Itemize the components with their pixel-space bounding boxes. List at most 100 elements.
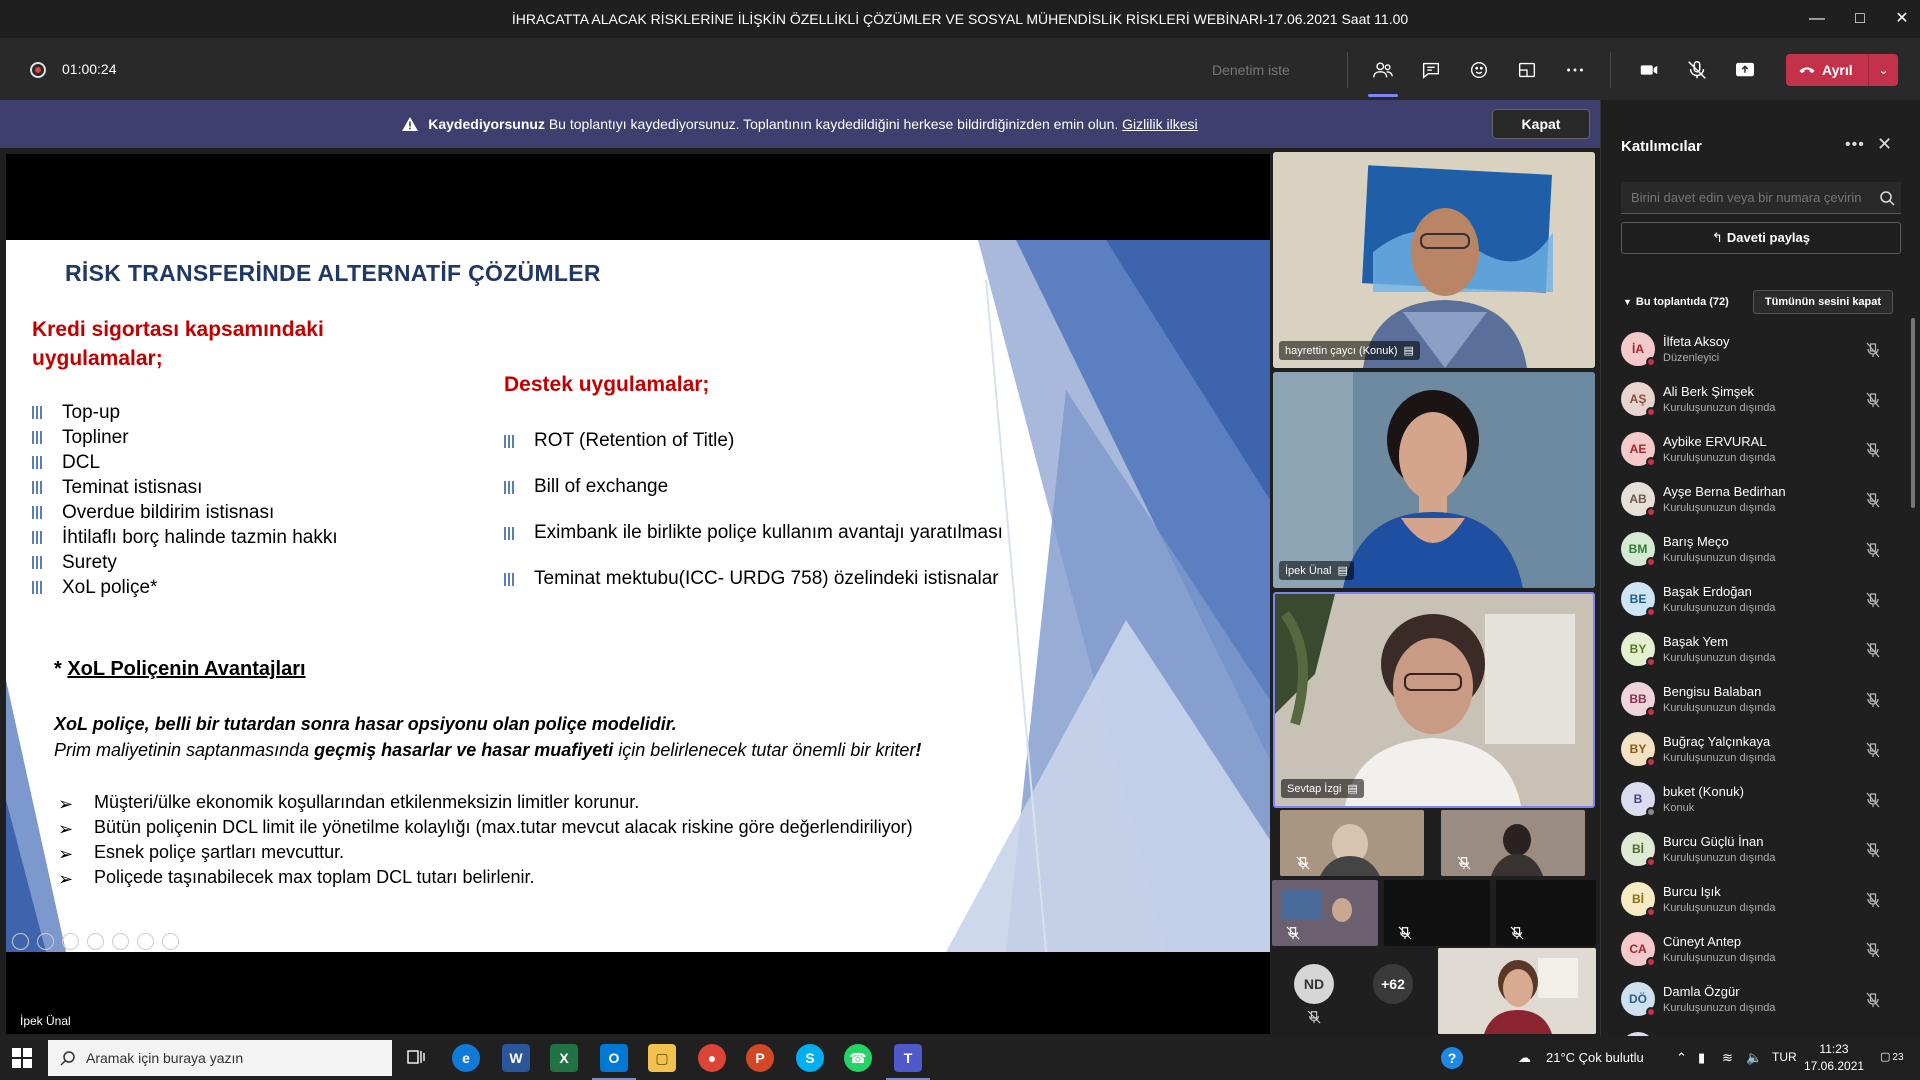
panel-more-icon[interactable]: ••• (1845, 136, 1865, 154)
excel-icon[interactable]: X (550, 1044, 578, 1072)
participant-row[interactable]: BB Bengisu Balaban Kuruluşunuzun dışında (1621, 676, 1901, 726)
taskbar-search-box[interactable]: Aramak için buraya yazın (48, 1040, 392, 1076)
self-video-preview[interactable] (1438, 948, 1596, 1034)
participant-avatar: B (1621, 782, 1656, 817)
participant-row[interactable]: AŞ Ali Berk Şimşek Kuruluşunuzun dışında (1621, 376, 1901, 426)
bullet-icon (32, 481, 44, 494)
participant-row[interactable]: DÖ Damla Özgür Kuruluşunuzun dışında (1621, 976, 1901, 1026)
participants-icon[interactable] (1366, 53, 1400, 87)
participant-name: Başak Erdoğan (1663, 584, 1752, 599)
mic-off-icon (1510, 926, 1524, 940)
participant-role: Kuruluşunuzun dışında (1663, 952, 1776, 964)
participant-avatar: BM (1621, 532, 1656, 567)
mic-off-icon[interactable] (1865, 792, 1881, 808)
video-tile-sevtap[interactable]: Sevtap İzgi ▤ (1273, 592, 1595, 808)
mic-off-icon[interactable] (1865, 442, 1881, 458)
mic-off-icon[interactable] (1865, 642, 1881, 658)
teams-icon[interactable]: T (886, 1044, 930, 1080)
participant-row[interactable]: BY Buğraç Yalçınkaya Kuruluşunuzun dışında (1621, 726, 1901, 776)
avatar-nd[interactable]: ND (1294, 964, 1334, 1004)
mini-video-4[interactable] (1384, 880, 1490, 946)
video-tile-hayrettin[interactable]: hayrettin çaycı (Konuk) ▤ (1273, 152, 1595, 368)
participant-row[interactable]: BM Barış Meço Kuruluşunuzun dışında (1621, 526, 1901, 576)
mic-off-icon[interactable] (1865, 492, 1881, 508)
file-explorer-icon[interactable]: ▢ (648, 1044, 676, 1072)
clock[interactable]: 11:23 17.06.2021 (1804, 1041, 1864, 1075)
participant-row[interactable]: Bİ Burcu Işık Kuruluşunuzun dışında (1621, 876, 1901, 926)
more-actions-icon[interactable] (1558, 53, 1592, 87)
language-indicator[interactable]: TUR (1772, 1050, 1797, 1064)
participant-name: Ayşe Berna Bedirhan (1663, 484, 1786, 499)
maximize-button[interactable]: □ (1845, 6, 1875, 32)
mini-video-2[interactable] (1441, 810, 1585, 876)
in-meeting-header[interactable]: ▼ Bu toplantıda (72) (1623, 296, 1729, 308)
microphone-muted-icon[interactable] (1680, 53, 1714, 87)
video-tile-ipek[interactable]: İpek Ünal ▤ (1273, 372, 1595, 588)
mute-all-button[interactable]: Tümünün sesini kapat (1753, 290, 1893, 314)
tray-chevron-icon[interactable]: ⌃ (1676, 1050, 1687, 1066)
battery-icon[interactable]: ▮ (1698, 1050, 1705, 1066)
mic-off-icon[interactable] (1865, 842, 1881, 858)
panel-close-icon[interactable]: ✕ (1877, 134, 1892, 155)
slide-navigation-tools[interactable] (12, 933, 179, 950)
mini-video-3[interactable] (1272, 880, 1378, 946)
participant-role: Kuruluşunuzun dışında (1663, 452, 1776, 464)
weather-icon[interactable]: ☁ (1518, 1050, 1531, 1066)
edge-icon[interactable]: e (452, 1044, 480, 1072)
outlook-icon[interactable]: O (592, 1044, 636, 1080)
mic-off-icon[interactable] (1865, 392, 1881, 408)
share-invite-button[interactable]: ↰ Daveti paylaş (1621, 222, 1901, 254)
help-icon[interactable]: ? (1441, 1047, 1463, 1069)
mic-off-icon[interactable] (1865, 742, 1881, 758)
bullet-icon (32, 506, 44, 519)
participant-row[interactable]: BE Başak Erdoğan Kuruluşunuzun dışında (1621, 576, 1901, 626)
breakout-rooms-icon[interactable] (1510, 53, 1544, 87)
request-control-button[interactable]: Denetim iste (1212, 62, 1290, 78)
minimize-button[interactable]: — (1802, 6, 1832, 32)
participant-row[interactable]: AE Aybike ERVURAL Kuruluşunuzun dışında (1621, 426, 1901, 476)
task-view-icon[interactable] (402, 1044, 430, 1072)
mic-off-icon[interactable] (1865, 592, 1881, 608)
invite-input[interactable] (1621, 182, 1901, 214)
whatsapp-icon[interactable]: ☎ (844, 1044, 872, 1072)
participant-role: Kuruluşunuzun dışında (1663, 602, 1776, 614)
search-icon[interactable] (1879, 190, 1895, 206)
mic-off-icon[interactable] (1865, 542, 1881, 558)
volume-icon[interactable]: 🔈 (1746, 1050, 1762, 1066)
reactions-icon[interactable] (1462, 53, 1496, 87)
search-icon (60, 1051, 75, 1066)
chrome-icon[interactable]: ● (698, 1044, 726, 1072)
panel-scrollbar[interactable] (1911, 318, 1915, 508)
mic-off-icon[interactable] (1865, 342, 1881, 358)
mic-off-icon[interactable] (1865, 892, 1881, 908)
share-screen-icon[interactable] (1728, 53, 1762, 87)
participant-row[interactable]: Bbuket (Konuk) Konuk (1621, 776, 1901, 826)
notifications-icon[interactable]: ▢ 23 (1880, 1050, 1904, 1063)
participant-row[interactable]: AB Ayşe Berna Bedirhan Kuruluşunuzun dışın… (1621, 476, 1901, 526)
leave-options-chevron-icon[interactable]: ⌄ (1869, 63, 1898, 77)
leave-button[interactable]: Ayrıl ⌄ (1786, 54, 1898, 86)
participant-row[interactable]: BY Başak Yem Kuruluşunuzun dışında (1621, 626, 1901, 676)
powerpoint-icon[interactable]: P (746, 1044, 774, 1072)
mini-video-1[interactable] (1280, 810, 1424, 876)
mic-off-icon[interactable] (1865, 692, 1881, 708)
close-window-button[interactable]: ✕ (1887, 6, 1917, 32)
participant-row[interactable]: Bİ Burcu Güçlü İnan Kuruluşunuzun dışında (1621, 826, 1901, 876)
weather-text[interactable]: 21°C Çok bulutlu (1546, 1050, 1644, 1065)
network-icon[interactable]: ≋ (1722, 1050, 1733, 1066)
chat-icon[interactable] (1414, 53, 1448, 87)
more-participants-count[interactable]: +62 (1373, 964, 1413, 1004)
mic-off-icon[interactable] (1865, 942, 1881, 958)
word-icon[interactable]: W (502, 1044, 530, 1072)
privacy-policy-link[interactable]: Gizlilik ilkesi (1122, 116, 1197, 132)
dismiss-banner-button[interactable]: Kapat (1492, 109, 1590, 139)
camera-icon[interactable] (1632, 53, 1666, 87)
presence-status-icon (1646, 957, 1656, 967)
skype-icon[interactable]: S (796, 1044, 824, 1072)
mic-off-icon (1307, 1010, 1321, 1024)
mini-video-5[interactable] (1496, 880, 1596, 946)
windows-start-icon[interactable] (12, 1048, 32, 1068)
participant-row[interactable]: İA İlfeta Aksoy Düzenleyici (1621, 326, 1901, 376)
mic-off-icon[interactable] (1865, 992, 1881, 1008)
participant-row[interactable]: CA Cüneyt Antep Kuruluşunuzun dışında (1621, 926, 1901, 976)
